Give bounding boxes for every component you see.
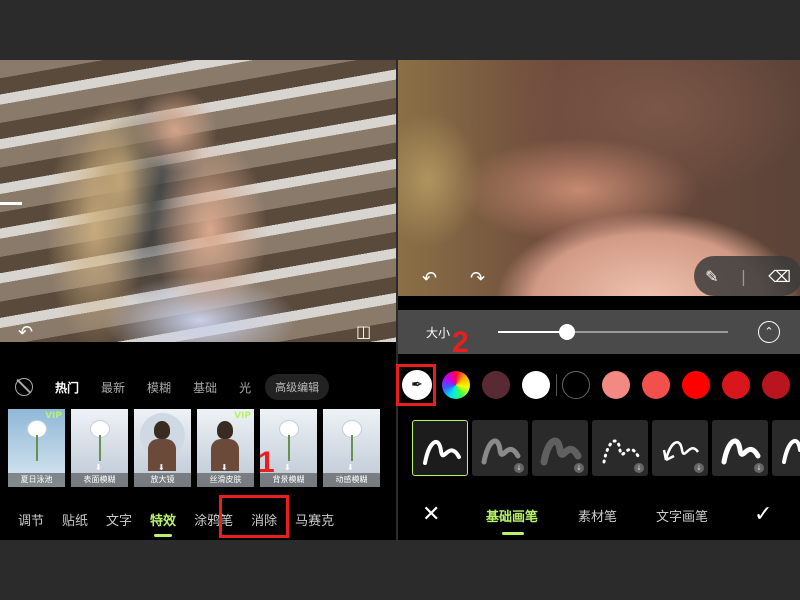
download-icon: ⬇ xyxy=(347,463,354,472)
color-swatch[interactable] xyxy=(522,371,550,399)
color-swatch[interactable] xyxy=(482,371,510,399)
brush-style-chalk[interactable]: ↓ xyxy=(472,420,528,476)
color-swatch[interactable] xyxy=(682,371,710,399)
download-icon: ↓ xyxy=(514,463,524,473)
active-tab-indicator xyxy=(502,532,524,535)
color-palette: ✒ xyxy=(398,364,800,406)
size-slider-fill xyxy=(498,331,567,333)
brush-style-blur[interactable]: ↓ xyxy=(532,420,588,476)
effect-thumb-surface-blur[interactable]: ⬇ 表面模糊 xyxy=(71,409,128,487)
brush-style-dotted[interactable]: ↓ xyxy=(592,420,648,476)
color-swatch[interactable] xyxy=(762,371,790,399)
step-1-label: 1 xyxy=(258,446,275,479)
chevron-up-icon[interactable]: ⌃ xyxy=(758,321,780,343)
undo-icon[interactable]: ↶ xyxy=(422,268,437,289)
undo-icon[interactable]: ↶ xyxy=(18,322,33,343)
app-screenshot: ↶ ◫ 热门 最新 模糊 基础 光 高级编辑 VIP 夏日泳池 ⬇ 表面模糊 ⬇… xyxy=(0,0,800,600)
brush-styles: ↓ ↓ ↓ ↓ ↓ xyxy=(412,420,800,476)
effect-label: 表面模糊 xyxy=(71,473,128,487)
close-icon[interactable]: ✕ xyxy=(422,502,440,527)
nav-sticker[interactable]: 贴纸 xyxy=(62,510,88,529)
effect-thumb-summer-pool[interactable]: VIP 夏日泳池 xyxy=(8,409,65,487)
effect-thumb-motion-blur[interactable]: ⬇ 动感模糊 xyxy=(323,409,380,487)
effect-label: 放大镜 xyxy=(134,473,191,487)
no-effect-icon[interactable] xyxy=(15,378,33,396)
effects-panel: ↶ ◫ 热门 最新 模糊 基础 光 高级编辑 VIP 夏日泳池 ⬇ 表面模糊 ⬇… xyxy=(0,60,396,540)
size-label: 大小 xyxy=(426,326,451,340)
photo-canvas-zoomed[interactable]: ↶ ↷ ✎ | ⌫ xyxy=(398,60,800,296)
brush-style-partial[interactable] xyxy=(772,420,800,476)
brush-style-arrow[interactable]: ↓ xyxy=(652,420,708,476)
download-icon: ↓ xyxy=(754,463,764,473)
brush-style-solid[interactable] xyxy=(412,420,468,476)
download-icon: ↓ xyxy=(574,463,584,473)
effect-label: 夏日泳池 xyxy=(8,473,65,487)
tab-light[interactable]: 光 xyxy=(239,379,251,396)
check-icon[interactable]: ✓ xyxy=(754,502,772,527)
flower-image xyxy=(278,421,300,461)
nav-mosaic[interactable]: 马赛克 xyxy=(295,510,334,529)
effect-thumbnails: VIP 夏日泳池 ⬇ 表面模糊 ⬇ 放大镜 VIP ⬇ 丝滑皮肤 ⬇ 背景模糊 … xyxy=(8,409,396,489)
effect-thumb-smooth-skin[interactable]: VIP ⬇ 丝滑皮肤 xyxy=(197,409,254,487)
photo-detail xyxy=(0,202,22,205)
flower-image xyxy=(89,421,111,461)
tab-blur[interactable]: 模糊 xyxy=(147,379,171,396)
download-icon: ↓ xyxy=(694,463,704,473)
photo-canvas[interactable]: ↶ ◫ xyxy=(0,60,396,343)
highlight-box-eyedropper xyxy=(396,364,436,406)
flower-image xyxy=(341,421,363,461)
doodle-panel: ↶ ↷ ✎ | ⌫ 大小 ⌃ ✒ ↓ ↓ ↓ ↓ ↓ ✕ 基础画笔 素材笔 文字… xyxy=(398,60,800,540)
tab-basic-brush[interactable]: 基础画笔 xyxy=(486,506,538,525)
nav-effects[interactable]: 特效 xyxy=(150,510,176,537)
effect-label: 丝滑皮肤 xyxy=(197,473,254,487)
vip-badge: VIP xyxy=(234,411,251,421)
tab-latest[interactable]: 最新 xyxy=(101,379,125,396)
brush-style-thick[interactable]: ↓ xyxy=(712,420,768,476)
compare-icon[interactable]: ◫ xyxy=(356,322,371,341)
pen-icon[interactable]: ✎ xyxy=(705,267,718,286)
tab-hot[interactable]: 热门 xyxy=(55,379,79,396)
color-swatch[interactable] xyxy=(642,371,670,399)
color-swatch[interactable] xyxy=(602,371,630,399)
palette-divider xyxy=(556,374,557,396)
effect-label: 动感模糊 xyxy=(323,473,380,487)
download-icon: ⬇ xyxy=(95,463,102,472)
color-swatch[interactable] xyxy=(722,371,750,399)
download-icon: ↓ xyxy=(634,463,644,473)
pen-eraser-toggle: ✎ | ⌫ xyxy=(694,256,800,296)
tab-basic[interactable]: 基础 xyxy=(193,379,217,396)
brush-stroke-icon xyxy=(423,439,461,465)
eraser-icon[interactable]: ⌫ xyxy=(768,267,791,286)
highlight-box-doodle xyxy=(219,495,289,538)
tab-material-brush[interactable]: 素材笔 xyxy=(578,506,617,525)
effect-thumb-magnifier[interactable]: ⬇ 放大镜 xyxy=(134,409,191,487)
step-2-label: 2 xyxy=(452,326,469,359)
tab-text-brush[interactable]: 文字画笔 xyxy=(656,506,708,525)
divider: | xyxy=(740,266,747,286)
effect-category-tabs: 热门 最新 模糊 基础 光 高级编辑 xyxy=(0,372,396,402)
nav-adjust[interactable]: 调节 xyxy=(18,510,44,529)
download-icon: ⬇ xyxy=(221,463,228,472)
color-swatch[interactable] xyxy=(562,371,590,399)
vip-badge: VIP xyxy=(45,411,62,421)
size-slider-knob[interactable] xyxy=(559,324,575,340)
download-icon: ⬇ xyxy=(284,463,291,472)
redo-icon[interactable]: ↷ xyxy=(470,268,485,289)
flower-image xyxy=(26,421,48,461)
editor-tool-nav: 调节 贴纸 文字 特效 涂鸦笔 消除 马赛克 xyxy=(0,498,396,540)
advanced-edit-button[interactable]: 高级编辑 xyxy=(265,374,330,400)
doodle-tab-nav: ✕ 基础画笔 素材笔 文字画笔 ✓ xyxy=(398,492,800,540)
size-slider[interactable] xyxy=(498,324,728,340)
brush-stroke-icon xyxy=(782,438,800,464)
download-icon: ⬇ xyxy=(158,463,165,472)
nav-text[interactable]: 文字 xyxy=(106,510,132,529)
color-wheel-swatch[interactable] xyxy=(442,371,470,399)
